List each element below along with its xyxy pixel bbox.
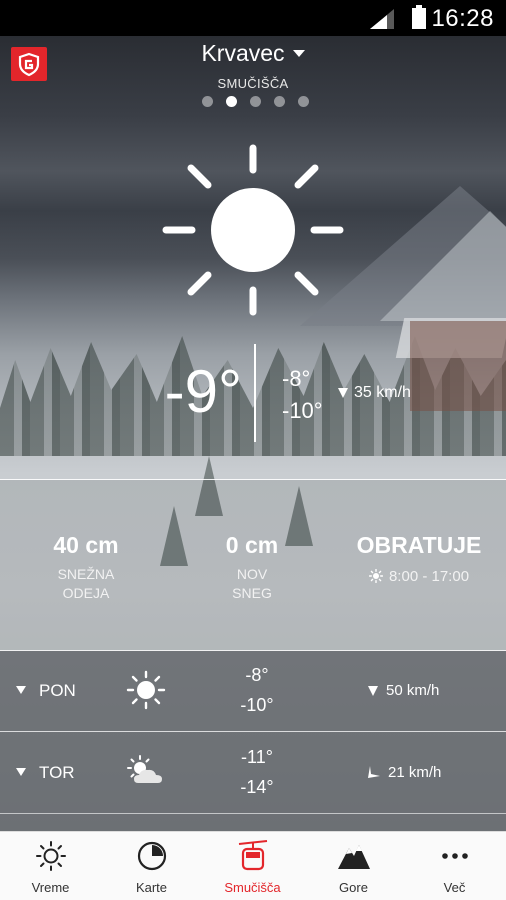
forecast-wind: 50 km/h (368, 682, 439, 699)
tab-label: Vreme (31, 880, 70, 895)
snow-depth-label-line1: SNEŽNA (57, 566, 115, 582)
new-snow-label-line2: SNEG (232, 585, 272, 601)
temperature-divider (254, 344, 256, 442)
snow-depth-label: SNEŽNA ODEJA (40, 565, 132, 603)
location-category: SMUČIŠČA (217, 76, 289, 91)
new-snow-label: NOV SNEG (206, 565, 298, 603)
new-snow-value: 0 cm (225, 532, 279, 558)
battery-icon (412, 5, 426, 29)
tab-label: Karte (135, 880, 168, 895)
page-dot[interactable] (274, 96, 285, 107)
current-wind: 35 km/h (338, 384, 411, 402)
current-high: -8° (282, 366, 311, 391)
forecast-row-pon[interactable]: PON -8° -10° 50 km/h (0, 650, 506, 731)
forecast-day: TOR (39, 763, 75, 782)
status-bar: 16:28 (0, 0, 506, 36)
forecast-wind-speed: 50 km/h (386, 682, 440, 699)
forecast-row-tor[interactable]: TOR -11° -14° 21 km/h (0, 732, 506, 813)
mountain-icon (338, 845, 370, 869)
gondola-icon (238, 840, 268, 871)
status-time: 16:28 (431, 5, 494, 32)
tab-gore[interactable]: Gore (303, 832, 404, 900)
tab-vreme[interactable]: Vreme (0, 832, 101, 900)
snow-depth-stat: 40 cm SNEŽNA ODEJA (40, 532, 132, 603)
forecast-wind: 21 km/h (368, 764, 441, 781)
map-dial-icon (137, 841, 167, 871)
page-dot[interactable] (202, 96, 213, 107)
tab-label: Gore (339, 880, 368, 895)
more-dots-icon (442, 853, 468, 859)
page-indicator (202, 96, 312, 108)
location-header[interactable]: Krvavec SMUČIŠČA (0, 40, 506, 91)
wind-direction-icon (368, 766, 380, 778)
tab-karte[interactable]: Karte (101, 832, 202, 900)
signal-icon (370, 9, 394, 29)
expand-arrow-icon[interactable] (16, 768, 26, 776)
operating-status-stat: OBRATUJE 8:00 - 17:00 (344, 532, 494, 585)
tab-smucisca[interactable]: Smučišča (202, 832, 303, 900)
operating-status-value: OBRATUJE (356, 532, 482, 558)
forecast-day: PON (39, 681, 76, 700)
forecast-high: -8° (245, 665, 269, 685)
tab-vec[interactable]: Več (404, 832, 505, 900)
tab-label: Smučišča (224, 880, 281, 895)
snow-depth-label-line2: ODEJA (62, 585, 110, 601)
chevron-down-icon[interactable] (292, 50, 305, 57)
background-mountain-snow (380, 211, 506, 321)
wind-direction-icon (338, 388, 348, 398)
tab-label: Več (443, 880, 466, 895)
page-dot[interactable] (250, 96, 261, 107)
snow-depth-value: 40 cm (53, 532, 119, 558)
forecast-list: PON -8° -10° 50 km/h TOR -11° -14° 21 km… (0, 650, 506, 831)
forecast-low: -14° (240, 777, 274, 797)
current-temperature: -9° (164, 358, 242, 425)
page-dot[interactable] (298, 96, 309, 107)
sun-icon (162, 144, 344, 316)
forecast-high: -11° (241, 747, 273, 767)
divider (0, 479, 506, 480)
new-snow-label-line1: NOV (236, 566, 268, 582)
background-lodge (410, 321, 506, 411)
sun-icon (126, 670, 166, 710)
current-low: -10° (282, 398, 323, 423)
expand-arrow-icon[interactable] (16, 686, 26, 694)
partly-cloudy-icon (127, 755, 162, 783)
divider (0, 813, 506, 814)
wind-direction-icon (368, 686, 378, 696)
location-name[interactable]: Krvavec (201, 40, 284, 67)
forecast-low: -10° (240, 695, 274, 715)
page-dot-active[interactable] (226, 96, 237, 107)
new-snow-stat: 0 cm NOV SNEG (206, 532, 298, 603)
operating-hours-text: 8:00 - 17:00 (388, 568, 470, 585)
current-wind-speed: 35 km/h (354, 384, 411, 401)
sun-small-icon (368, 568, 384, 584)
operating-hours: 8:00 - 17:00 (344, 567, 494, 585)
forecast-wind-speed: 21 km/h (388, 764, 442, 781)
sun-outline-icon (36, 841, 66, 871)
bottom-tab-bar: Vreme Karte Smučišča Gore Več (0, 831, 506, 900)
